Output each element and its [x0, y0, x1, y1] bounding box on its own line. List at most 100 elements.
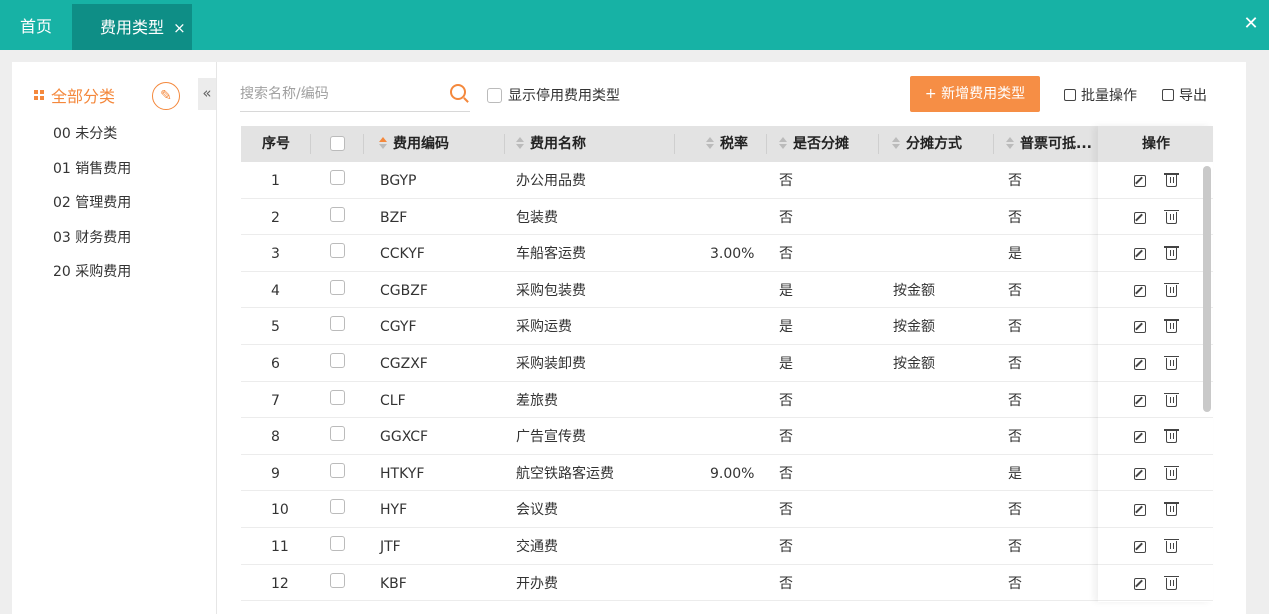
search-input[interactable]: [240, 82, 435, 106]
row-checkbox[interactable]: [330, 170, 345, 185]
table-row[interactable]: 3 CCKYF 车船客运费 3.00% 否 是: [241, 235, 1213, 272]
search-icon[interactable]: [450, 84, 466, 100]
edit-icon[interactable]: [1134, 540, 1146, 553]
row-checkbox[interactable]: [330, 352, 345, 368]
col-code[interactable]: 费用编码: [379, 126, 449, 162]
delete-icon[interactable]: [1164, 429, 1179, 444]
table-row[interactable]: 1 BGYP 办公用品费 否 否: [241, 162, 1213, 199]
edit-icon[interactable]: [1134, 357, 1146, 370]
cell-invoice: 否: [1008, 173, 1022, 189]
cell-invoice: 否: [1008, 209, 1022, 226]
col-method-label: 分摊方式: [906, 136, 962, 152]
show-disabled-checkbox[interactable]: 显示停用费用类型: [487, 85, 620, 105]
col-ops: 操作: [1142, 136, 1170, 152]
edit-icon[interactable]: [1134, 284, 1146, 297]
table-row[interactable]: 12 KBF 开办费 否 否: [241, 565, 1213, 602]
cell-share: 是: [779, 355, 793, 372]
col-tax[interactable]: 税率: [706, 126, 748, 162]
col-select-all[interactable]: [330, 126, 351, 162]
cell-seq: 4: [271, 282, 280, 299]
col-divider: [674, 134, 675, 154]
delete-icon[interactable]: [1164, 465, 1179, 480]
category-item[interactable]: 01 销售费用: [53, 157, 131, 192]
col-share[interactable]: 是否分摊: [779, 126, 849, 162]
delete-icon[interactable]: [1164, 355, 1179, 370]
row-checkbox[interactable]: [330, 316, 345, 332]
col-code-label: 费用编码: [393, 136, 449, 152]
edit-icon[interactable]: [1134, 211, 1146, 224]
delete-icon[interactable]: [1164, 319, 1179, 334]
col-invoice[interactable]: 普票可抵...: [1006, 126, 1092, 162]
cell-code: CLF: [380, 392, 406, 409]
delete-icon[interactable]: [1164, 502, 1179, 517]
add-expense-type-button[interactable]: + 新增费用类型: [910, 76, 1040, 112]
table-row[interactable]: 2 BZF 包装费 否 否: [241, 199, 1213, 236]
table-row[interactable]: 6 CGZXF 采购装卸费 是 按金额 否: [241, 345, 1213, 382]
cell-method: 按金额: [893, 319, 935, 336]
category-item[interactable]: 02 管理费用: [53, 191, 131, 226]
delete-icon[interactable]: [1164, 209, 1179, 224]
sort-icon: [379, 137, 387, 149]
table-row[interactable]: 9 HTKYF 航空铁路客运费 9.00% 否 是: [241, 455, 1213, 492]
tab-close-icon[interactable]: ×: [173, 19, 186, 37]
table-row[interactable]: 5 CGYF 采购运费 是 按金额 否: [241, 308, 1213, 345]
edit-icon[interactable]: [1134, 504, 1146, 517]
cell-seq: 11: [271, 538, 289, 555]
edit-icon[interactable]: [1134, 175, 1146, 187]
edit-icon[interactable]: [1134, 431, 1146, 444]
vertical-scrollbar[interactable]: [1203, 166, 1211, 412]
edit-icon[interactable]: [1134, 467, 1146, 480]
cell-code: GGXCF: [380, 429, 429, 446]
window-close-icon[interactable]: ✕: [1241, 14, 1261, 34]
tab-expense-type[interactable]: 费用类型 ×: [72, 4, 192, 50]
delete-icon[interactable]: [1164, 246, 1179, 261]
select-all-checkbox[interactable]: [330, 136, 345, 151]
edit-icon[interactable]: [1134, 321, 1146, 334]
cell-seq: 8: [271, 429, 280, 446]
batch-operation-button[interactable]: 批量操作: [1064, 85, 1137, 105]
delete-icon[interactable]: [1164, 538, 1179, 553]
row-checkbox[interactable]: [330, 535, 345, 551]
row-checkbox[interactable]: [330, 462, 345, 478]
edit-icon[interactable]: [1134, 394, 1146, 407]
tab-home[interactable]: 首页: [0, 0, 72, 50]
edit-category-button[interactable]: ✎: [152, 82, 180, 110]
row-checkbox[interactable]: [330, 206, 345, 222]
sort-icon: [516, 137, 524, 149]
export-button[interactable]: 导出: [1162, 85, 1207, 105]
table-row[interactable]: 10 HYF 会议费 否 否: [241, 491, 1213, 528]
delete-icon[interactable]: [1164, 282, 1179, 297]
delete-icon[interactable]: [1164, 575, 1179, 590]
delete-icon[interactable]: [1164, 392, 1179, 407]
checkbox-box[interactable]: [487, 87, 502, 103]
category-item[interactable]: 20 采购费用: [53, 260, 131, 295]
row-checkbox[interactable]: [330, 572, 345, 588]
col-name[interactable]: 费用名称: [516, 126, 586, 162]
category-item[interactable]: 00 未分类: [53, 122, 131, 157]
cell-name: 车船客运费: [516, 246, 586, 263]
row-checkbox[interactable]: [330, 499, 345, 515]
row-checkbox[interactable]: [330, 389, 345, 405]
row-checkbox[interactable]: [330, 279, 345, 295]
table-row[interactable]: 4 CGBZF 采购包装费 是 按金额 否: [241, 272, 1213, 309]
batch-edit-icon: [1064, 89, 1076, 101]
cell-invoice: 否: [1008, 319, 1022, 336]
all-categories[interactable]: 全部分类: [34, 82, 115, 108]
col-method[interactable]: 分摊方式: [892, 126, 962, 162]
delete-icon[interactable]: [1164, 173, 1179, 187]
cell-code: CGBZF: [380, 282, 428, 299]
table-row[interactable]: 7 CLF 差旅费 否 否: [241, 382, 1213, 419]
table-row[interactable]: 11 JTF 交通费 否 否: [241, 528, 1213, 565]
col-name-label: 费用名称: [530, 136, 586, 152]
edit-icon[interactable]: [1134, 248, 1146, 261]
row-checkbox[interactable]: [330, 243, 345, 259]
category-item[interactable]: 03 财务费用: [53, 226, 131, 261]
collapse-sidebar-button[interactable]: «: [198, 78, 216, 110]
table-row[interactable]: 8 GGXCF 广告宣传费 否 否: [241, 418, 1213, 455]
row-checkbox[interactable]: [330, 426, 345, 442]
cell-share: 否: [779, 429, 793, 446]
grid-icon: [34, 90, 44, 100]
cell-code: BGYP: [380, 173, 417, 189]
cell-share: 否: [779, 502, 793, 519]
edit-icon[interactable]: [1134, 577, 1146, 590]
